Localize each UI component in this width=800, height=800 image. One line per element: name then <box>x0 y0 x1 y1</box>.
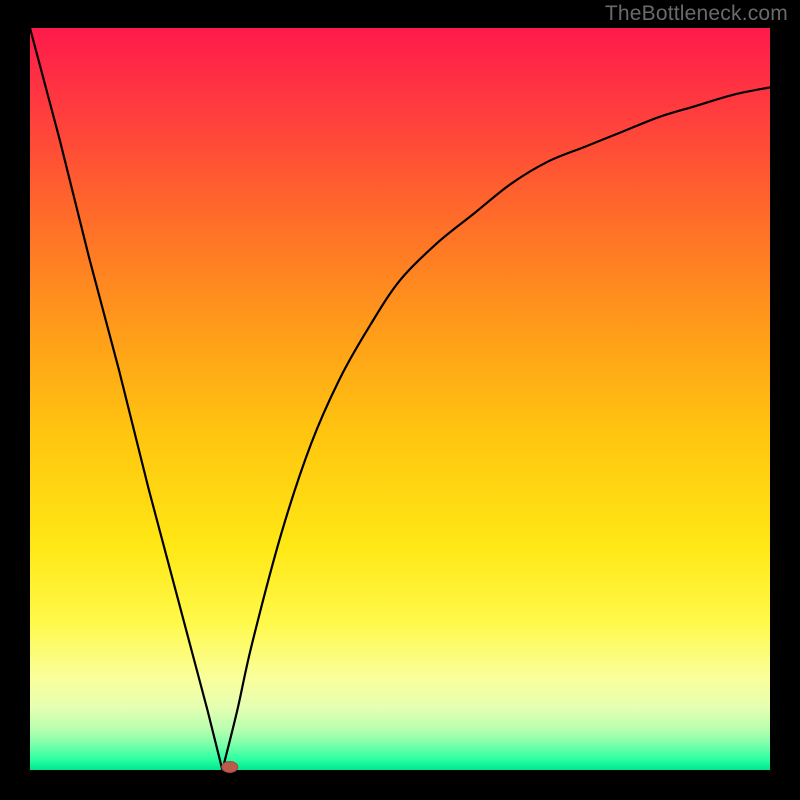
optimal-point-marker <box>222 762 238 773</box>
watermark-label: TheBottleneck.com <box>605 2 788 26</box>
chart-frame: TheBottleneck.com <box>0 0 800 800</box>
bottleneck-chart <box>0 0 800 800</box>
plot-area <box>30 28 770 770</box>
